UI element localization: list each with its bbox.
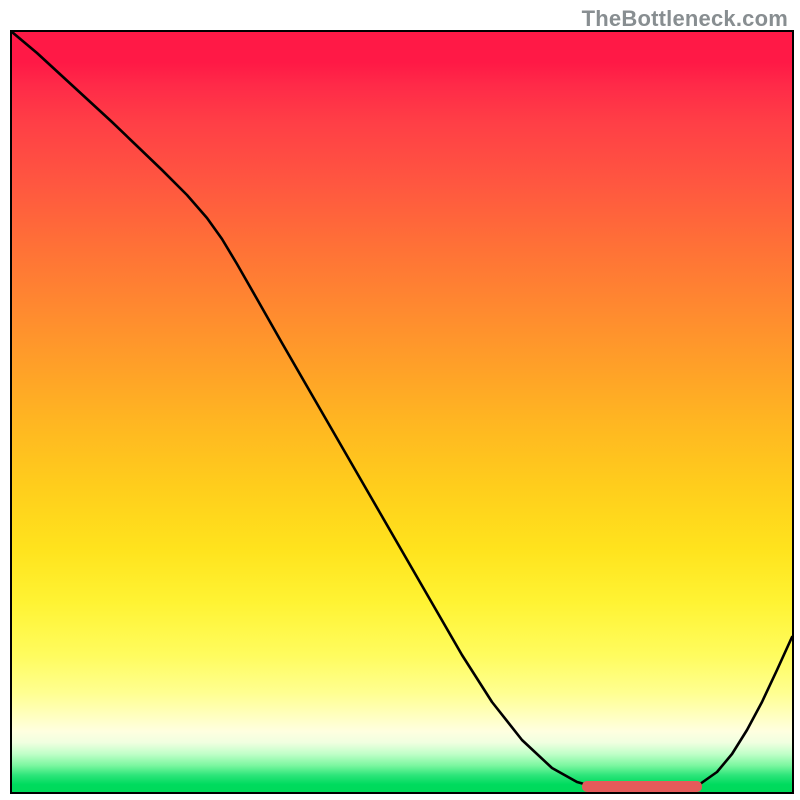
overlay-svg <box>12 32 792 792</box>
bottleneck-curve <box>12 32 792 792</box>
plot-area <box>10 30 794 794</box>
optimal-marker <box>582 781 702 792</box>
attribution-text: TheBottleneck.com <box>582 6 788 32</box>
chart-container: TheBottleneck.com <box>0 0 800 800</box>
